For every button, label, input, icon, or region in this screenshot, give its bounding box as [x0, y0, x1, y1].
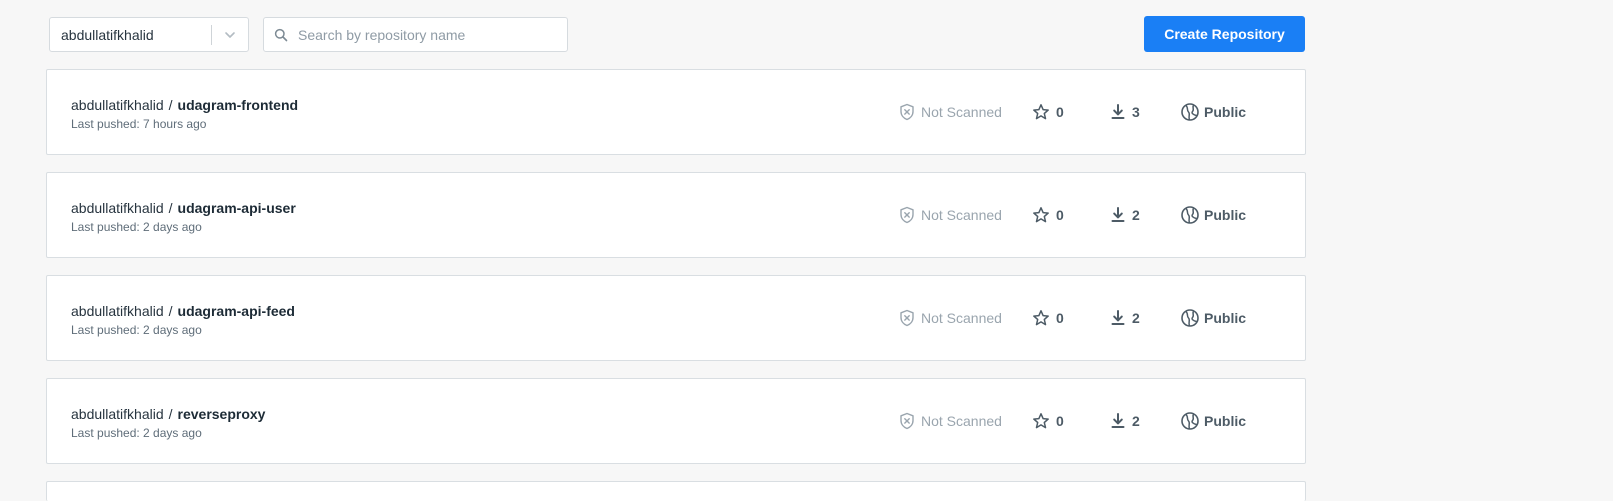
repository-list: abdullatifkhalid / udagram-frontend Last p…: [46, 69, 1306, 501]
pulls-value: 2: [1132, 310, 1140, 326]
namespace-select-value: abdullatifkhalid: [61, 26, 154, 43]
download-icon: [1111, 310, 1125, 325]
repository-namespace: abdullatifkhalid: [71, 200, 164, 216]
globe-icon: [1181, 309, 1199, 327]
pulls-count: 2: [1110, 308, 1140, 328]
repository-search: [263, 17, 568, 52]
star-icon: [1033, 310, 1049, 326]
scan-status-label: Not Scanned: [921, 207, 1002, 223]
last-pushed: Last pushed: 7 hours ago: [71, 117, 207, 131]
shield-x-icon: [900, 103, 914, 121]
stars-count: 0: [1032, 102, 1064, 122]
repository-name: reverseproxy: [177, 406, 266, 422]
shield-x-icon: [900, 206, 914, 224]
stars-value: 0: [1056, 310, 1064, 326]
shield-x-icon: [900, 412, 914, 430]
repository-full-name[interactable]: abdullatifkhalid / udagram-api-user: [71, 200, 296, 216]
download-icon: [1111, 413, 1125, 428]
visibility: Public: [1180, 411, 1246, 431]
scan-status-label: Not Scanned: [921, 413, 1002, 429]
repositories-toolbar: abdullatifkhalid Create Repository: [0, 0, 1613, 68]
star-icon: [1033, 104, 1049, 120]
stars-value: 0: [1056, 207, 1064, 223]
visibility-label: Public: [1204, 104, 1247, 120]
last-pushed: Last pushed: 2 days ago: [71, 220, 202, 234]
pulls-value: 3: [1132, 104, 1140, 120]
pulls-value: 2: [1132, 207, 1140, 223]
repository-name-separator: /: [168, 97, 173, 113]
repository-full-name[interactable]: abdullatifkhalid / reverseproxy: [71, 406, 265, 422]
repository-row[interactable]: abdullatifkhalid / reverseproxy Last pushe…: [46, 378, 1306, 464]
repository-full-name[interactable]: abdullatifkhalid / udagram-api-feed: [71, 303, 295, 319]
repository-row[interactable]: abdullatifkhalid / udagram-api-feed Last p…: [46, 275, 1306, 361]
visibility-label: Public: [1204, 413, 1247, 429]
search-input[interactable]: [298, 18, 567, 51]
scan-status-label: Not Scanned: [921, 104, 1002, 120]
scan-status-label: Not Scanned: [921, 310, 1002, 326]
repository-name-separator: /: [168, 200, 173, 216]
visibility: Public: [1180, 308, 1246, 328]
repository-namespace: abdullatifkhalid: [71, 97, 164, 113]
globe-icon: [1181, 103, 1199, 121]
repository-row[interactable]: abdullatifkhalid / udagram-frontend Last p…: [46, 69, 1306, 155]
repository-name: udagram-frontend: [177, 97, 299, 113]
pulls-count: 2: [1110, 411, 1140, 431]
repository-name-separator: /: [168, 303, 173, 319]
stars-value: 0: [1056, 413, 1064, 429]
last-pushed: Last pushed: 2 days ago: [71, 323, 202, 337]
search-icon: [264, 28, 298, 42]
chevron-down-icon[interactable]: [212, 28, 248, 42]
scan-status: Not Scanned: [899, 102, 1002, 122]
visibility: Public: [1180, 205, 1246, 225]
scan-status: Not Scanned: [899, 411, 1002, 431]
stars-count: 0: [1032, 411, 1064, 431]
repository-row[interactable]: abdullatifkhalid / udagram-api-user Last p…: [46, 172, 1306, 258]
namespace-select[interactable]: abdullatifkhalid: [49, 17, 249, 52]
globe-icon: [1181, 412, 1199, 430]
stars-count: 0: [1032, 205, 1064, 225]
star-icon: [1033, 413, 1049, 429]
pulls-count: 3: [1110, 102, 1140, 122]
pulls-count: 2: [1110, 205, 1140, 225]
visibility-label: Public: [1204, 207, 1247, 223]
repository-name: udagram-api-feed: [177, 303, 295, 319]
repository-namespace: abdullatifkhalid: [71, 303, 164, 319]
create-repository-button[interactable]: Create Repository: [1144, 16, 1305, 52]
pulls-value: 2: [1132, 413, 1140, 429]
repository-row-partial[interactable]: [46, 481, 1306, 501]
visibility-label: Public: [1204, 310, 1247, 326]
visibility: Public: [1180, 102, 1246, 122]
globe-icon: [1181, 206, 1199, 224]
download-icon: [1111, 207, 1125, 222]
download-icon: [1111, 104, 1125, 119]
stars-count: 0: [1032, 308, 1064, 328]
scan-status: Not Scanned: [899, 308, 1002, 328]
shield-x-icon: [900, 309, 914, 327]
repository-namespace: abdullatifkhalid: [71, 406, 164, 422]
last-pushed: Last pushed: 2 days ago: [71, 426, 202, 440]
repository-full-name[interactable]: abdullatifkhalid / udagram-frontend: [71, 97, 298, 113]
stars-value: 0: [1056, 104, 1064, 120]
scan-status: Not Scanned: [899, 205, 1002, 225]
repository-name: udagram-api-user: [177, 200, 296, 216]
repository-name-separator: /: [168, 406, 173, 422]
star-icon: [1033, 207, 1049, 223]
